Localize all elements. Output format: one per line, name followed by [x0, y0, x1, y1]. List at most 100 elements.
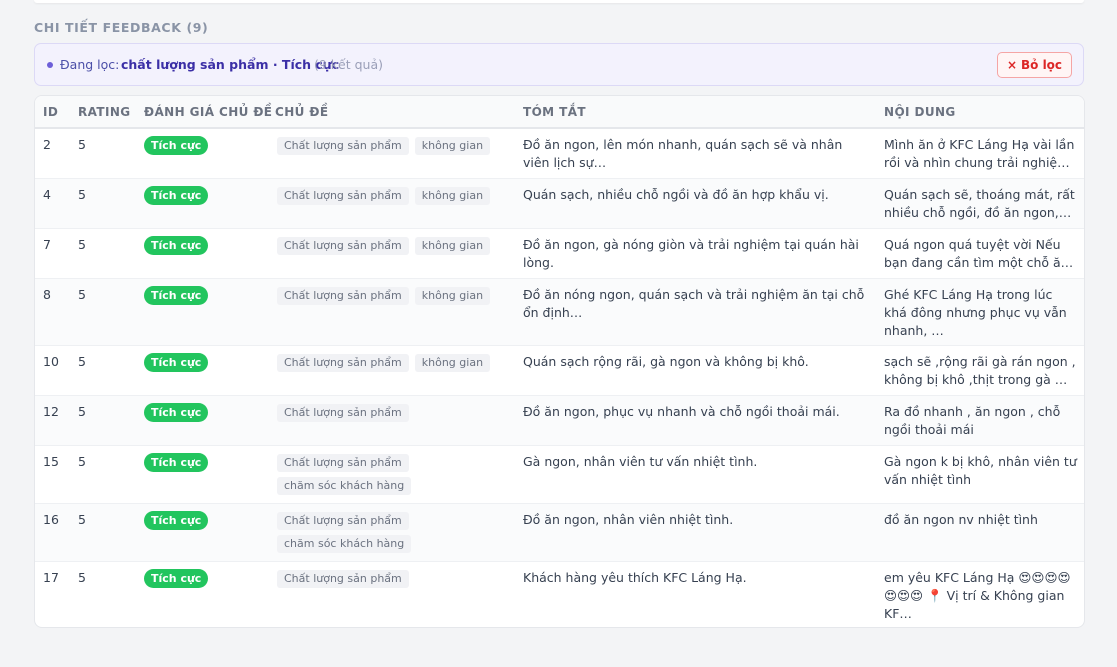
sentiment-badge: Tích cực [144, 568, 209, 588]
topic-tag: Chất lượng sản phẩm [277, 511, 409, 530]
sentiment-badge: Tích cực [144, 510, 209, 530]
topic-tag: không gian [414, 286, 491, 305]
summary-text: Đồ ăn ngon, phục vụ nhanh và chỗ ngồi th… [523, 403, 840, 419]
cell-content: Mình ăn ở KFC Láng Hạ vài lần rồi và nhì… [876, 128, 1084, 179]
content-text: Quán sạch sẽ, thoáng mát, rất nhiều chỗ … [884, 186, 1075, 220]
sentiment-badge: Tích cực [144, 402, 209, 422]
content-text: sạch sẽ ,rộng rãi gà rán ngon , không bị… [884, 353, 1076, 387]
cell-id: 4 [35, 178, 70, 229]
cell-summary: Đồ ăn nóng ngon, quán sạch và trải nghiệ… [515, 278, 876, 346]
cell-id: 7 [35, 228, 70, 279]
cell-rating: 5 [70, 228, 136, 279]
cell-topics: Chất lượng sản phẩm [267, 395, 515, 446]
cell-rating: 5 [78, 569, 86, 585]
cell-content: Ghé KFC Láng Hạ trong lúc khá đông nhưng… [876, 278, 1084, 346]
clear-filter-label: Bỏ lọc [1021, 58, 1063, 72]
cell-rating: 5 [70, 178, 136, 229]
cell-topics: Chất lượng sản phẩm không gian [267, 178, 515, 229]
cell-sentiment: Tích cực [136, 345, 267, 396]
cell-rating: 5 [70, 345, 136, 396]
cell-id: 2 [35, 128, 70, 179]
summary-text: Khách hàng yêu thích KFC Láng Hạ. [523, 569, 747, 585]
cell-summary: Gà ngon, nhân viên tư vấn nhiệt tình. [515, 445, 876, 504]
table-row[interactable]: 2 5 Tích cực Chất lượng sản phẩm không gi… [35, 128, 1084, 179]
cell-topics: Chất lượng sản phẩm chăm sóc khách hàng [267, 503, 515, 562]
sentiment-badge: Tích cực [144, 285, 209, 305]
topic-tag: không gian [414, 353, 491, 372]
previous-panel-edge [34, 0, 1084, 3]
table-row[interactable]: 17 5 Tích cực Chất lượng sản phẩm Khách … [35, 561, 1084, 627]
cell-summary: Đồ ăn ngon, gà nóng giòn và trải nghiệm … [515, 228, 876, 279]
topic-tag: chăm sóc khách hàng [277, 534, 412, 553]
table-row[interactable]: 15 5 Tích cực Chất lượng sản phẩm chăm só… [35, 445, 1084, 504]
cell-sentiment: Tích cực [136, 445, 267, 504]
column-header-sentiment[interactable]: ĐÁNH GIÁ CHỦ ĐỀ [136, 96, 272, 129]
content-text: Mình ăn ở KFC Láng Hạ vài lần rồi và nhì… [884, 137, 1075, 170]
topic-tag: không gian [414, 137, 491, 155]
table-row[interactable]: 16 5 Tích cực Chất lượng sản phẩm chăm só… [35, 503, 1084, 562]
summary-text: Đồ ăn ngon, gà nóng giòn và trải nghiệm … [523, 236, 859, 270]
column-header-id[interactable]: ID [35, 96, 70, 129]
cell-topics: Chất lượng sản phẩm không gian [267, 128, 515, 179]
cell-summary: Khách hàng yêu thích KFC Láng Hạ. [515, 561, 876, 627]
cell-id: 17 [43, 569, 59, 585]
topic-tag: không gian [414, 236, 491, 255]
topic-tag: Chất lượng sản phẩm [277, 137, 409, 155]
cell-id: 8 [35, 278, 70, 346]
cell-topics: Chất lượng sản phẩm không gian [267, 228, 515, 279]
filter-value: chất lượng sản phẩm · Tích cực [121, 57, 340, 72]
cell-content: Gà ngon k bị khô, nhân viên tư vấn nhiệt… [876, 445, 1084, 504]
topic-tag: Chất lượng sản phẩm [277, 186, 409, 205]
cell-sentiment: Tích cực [136, 278, 267, 346]
cell-id: 10 [35, 345, 70, 396]
cell-content: em yêu KFC Láng Hạ 😍😍😍😍 😍😍😍 📍 Vị trí & K… [876, 561, 1084, 627]
table-row[interactable]: 12 5 Tích cực Chất lượng sản phẩm Đồ ăn … [35, 395, 1084, 446]
cell-id: 12 [35, 395, 70, 446]
filter-label: Đang lọc: [60, 57, 120, 72]
cell-id: 15 [35, 445, 70, 504]
summary-text: Quán sạch, nhiều chỗ ngồi và đồ ăn hợp k… [523, 186, 829, 202]
cell-sentiment: Tích cực [136, 561, 267, 627]
column-header-rating[interactable]: RATING [70, 96, 136, 129]
sentiment-badge: Tích cực [144, 235, 209, 255]
content-text: đồ ăn ngon nv nhiệt tình [884, 511, 1038, 527]
table-row[interactable]: 10 5 Tích cực Chất lượng sản phẩm không g… [35, 345, 1084, 396]
cell-sentiment: Tích cực [136, 503, 267, 562]
sentiment-badge: Tích cực [144, 352, 209, 372]
table-row[interactable]: 8 5 Tích cực Chất lượng sản phẩm không gi… [35, 278, 1084, 346]
cell-summary: Quán sạch, nhiều chỗ ngồi và đồ ăn hợp k… [515, 178, 876, 229]
cell-summary: Đồ ăn ngon, lên món nhanh, quán sạch sẽ … [515, 128, 876, 179]
cell-sentiment: Tích cực [136, 178, 267, 229]
cell-content: đồ ăn ngon nv nhiệt tình [876, 503, 1084, 562]
cell-content: Quán sạch sẽ, thoáng mát, rất nhiều chỗ … [876, 178, 1084, 229]
column-header-topics[interactable]: CHỦ ĐỀ [267, 96, 515, 129]
cell-topics: Chất lượng sản phẩm [267, 561, 515, 627]
column-header-content[interactable]: NỘI DUNG [876, 96, 1084, 129]
topic-tag: Chất lượng sản phẩm [277, 286, 409, 305]
summary-text: Đồ ăn ngon, nhân viên nhiệt tình. [523, 511, 734, 527]
column-header-summary[interactable]: TÓM TẮT [515, 96, 876, 129]
topic-tag: Chất lượng sản phẩm [277, 569, 409, 588]
cell-rating: 5 [70, 445, 136, 504]
sentiment-badge: Tích cực [144, 136, 209, 155]
content-text: Gà ngon k bị khô, nhân viên tư vấn nhiệt… [884, 453, 1077, 487]
table-row[interactable]: 4 5 Tích cực Chất lượng sản phẩm không gi… [35, 178, 1084, 229]
clear-filter-button[interactable]: × Bỏ lọc [997, 52, 1072, 78]
table-header-row: ID RATING ĐÁNH GIÁ CHỦ ĐỀ CHỦ ĐỀ TÓM TẮT… [35, 96, 1084, 129]
cell-summary: Quán sạch rộng rãi, gà ngon và không bị … [515, 345, 876, 396]
cell-topics: Chất lượng sản phẩm không gian [267, 278, 515, 346]
summary-text: Đồ ăn nóng ngon, quán sạch và trải nghiệ… [523, 286, 865, 320]
content-text: Quá ngon quá tuyệt vời Nếu bạn đang cần … [884, 236, 1069, 270]
cell-rating: 5 [70, 278, 136, 346]
topic-tag: Chất lượng sản phẩm [277, 403, 409, 422]
table-row[interactable]: 7 5 Tích cực Chất lượng sản phẩm không gi… [35, 228, 1084, 279]
cell-sentiment: Tích cực [136, 228, 267, 279]
cell-summary: Đồ ăn ngon, phục vụ nhanh và chỗ ngồi th… [515, 395, 876, 446]
summary-text: Đồ ăn ngon, lên món nhanh, quán sạch sẽ … [523, 137, 843, 170]
sentiment-badge: Tích cực [144, 452, 209, 472]
close-icon: × [1006, 58, 1017, 72]
topic-tag: không gian [414, 186, 491, 205]
active-filter-bar: Đang lọc: chất lượng sản phẩm · Tích cực… [34, 43, 1084, 86]
feedback-table: ID RATING ĐÁNH GIÁ CHỦ ĐỀ CHỦ ĐỀ TÓM TẮT… [35, 96, 1084, 627]
cell-topics: Chất lượng sản phẩm không gian [267, 345, 515, 396]
